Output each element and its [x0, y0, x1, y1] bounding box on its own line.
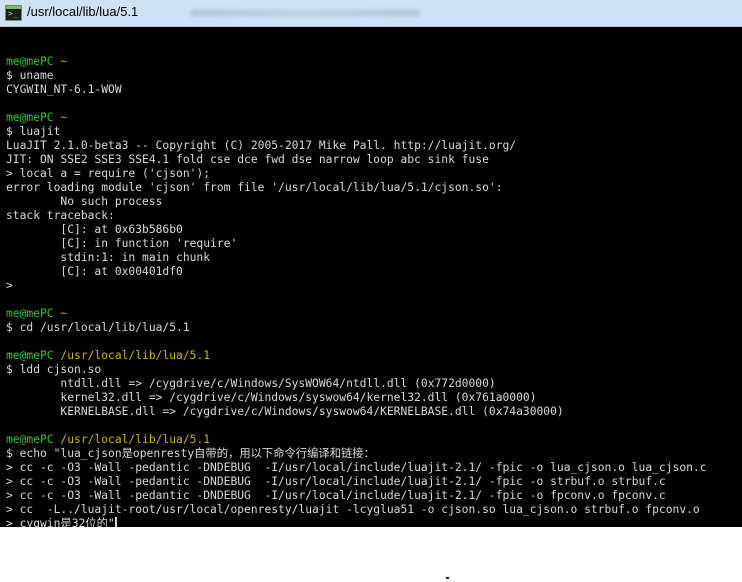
stray-mark: [446, 577, 449, 579]
output-line: $ cd /usr/local/lib/lua/5.1: [6, 321, 736, 335]
prompt-line: me@mePC /usr/local/lib/lua/5.1: [6, 349, 736, 363]
output-line: > cc -c -O3 -Wall -pedantic -DNDEBUG -I/…: [6, 475, 736, 489]
prompt-path: ~: [60, 55, 68, 68]
line-text: $ uname: [6, 69, 54, 82]
line-text: >: [6, 279, 13, 292]
prompt-user: me@mePC: [6, 349, 54, 362]
output-line: > cygwin是32位的": [6, 517, 736, 527]
terminal-output[interactable]: me@mePC ~ $ uname CYGWIN_NT-6.1-WOW me@mePC…: [6, 41, 736, 527]
line-text: $ echo "lua_cjson是openresty自带的，用以下命令行编译和…: [6, 447, 375, 460]
terminal-window: >_ /usr/local/lib/lua/5.1 me@mePC ~ $ una…: [0, 0, 742, 527]
output-line: [C]: at 0x00401df0: [6, 265, 736, 279]
output-line: LuaJIT 2.1.0-beta3 -- Copyright (C) 2005…: [6, 139, 736, 153]
title-bar[interactable]: >_ /usr/local/lib/lua/5.1: [0, 0, 742, 27]
prompt-user: me@mePC: [6, 307, 54, 320]
terminal-icon: >_: [5, 5, 22, 21]
line-text: stack traceback:: [6, 209, 115, 222]
prompt-line: me@mePC ~: [6, 307, 736, 321]
prompt-user: me@mePC: [6, 111, 54, 124]
line-text: KERNELBASE.dll => /cygdrive/c/Windows/sy…: [6, 405, 564, 418]
output-line: CYGWIN_NT-6.1-WOW: [6, 83, 736, 97]
window-title: /usr/local/lib/lua/5.1: [27, 4, 139, 19]
output-line: $ echo "lua_cjson是openresty自带的，用以下命令行编译和…: [6, 447, 736, 461]
line-text: stdin:1: in main chunk: [6, 251, 211, 264]
output-line: > local a = require ('cjson');: [6, 167, 736, 181]
line-text: > cc -c -O3 -Wall -pedantic -DNDEBUG -I/…: [6, 489, 666, 502]
line-text: > cc -L../luajit-root/usr/local/openrest…: [6, 503, 700, 516]
output-line: error loading module 'cjson' from file '…: [6, 181, 736, 195]
line-text: > cc -c -O3 -Wall -pedantic -DNDEBUG -I/…: [6, 461, 707, 474]
output-line: JIT: ON SSE2 SSE3 SSE4.1 fold cse dce fw…: [6, 153, 736, 167]
line-text: > local a = require ('cjson');: [6, 167, 211, 180]
prompt-line: me@mePC /usr/local/lib/lua/5.1: [6, 433, 736, 447]
line-text: > cygwin是32位的": [6, 517, 115, 527]
line-text: LuaJIT 2.1.0-beta3 -- Copyright (C) 2005…: [6, 139, 517, 152]
output-line: > cc -c -O3 -Wall -pedantic -DNDEBUG -I/…: [6, 489, 736, 503]
output-line: ntdll.dll => /cygdrive/c/Windows/SysWOW6…: [6, 377, 736, 391]
output-line: >: [6, 279, 736, 293]
line-text: $ cd /usr/local/lib/lua/5.1: [6, 321, 190, 334]
line-text: ntdll.dll => /cygdrive/c/Windows/SysWOW6…: [6, 377, 496, 390]
line-text: [C]: in function 'require': [6, 237, 238, 250]
prompt-user: me@mePC: [6, 55, 54, 68]
prompt-path: /usr/local/lib/lua/5.1: [60, 349, 211, 362]
output-line: $ ldd cjson.so: [6, 363, 736, 377]
line-text: kernel32.dll => /cygdrive/c/Windows/sysw…: [6, 391, 537, 404]
line-text: No such process: [6, 195, 163, 208]
line-text: CYGWIN_NT-6.1-WOW: [6, 83, 122, 96]
output-line: $ uname: [6, 69, 736, 83]
output-line: $ luajit: [6, 125, 736, 139]
line-text: JIT: ON SSE2 SSE3 SSE4.1 fold cse dce fw…: [6, 153, 489, 166]
line-text: [C]: at 0x63b586b0: [6, 223, 183, 236]
prompt-line: me@mePC ~: [6, 55, 736, 69]
output-line: [C]: in function 'require': [6, 237, 736, 251]
output-line: No such process: [6, 195, 736, 209]
line-text: [C]: at 0x00401df0: [6, 265, 183, 278]
output-line: stack traceback:: [6, 209, 736, 223]
output-line: KERNELBASE.dll => /cygdrive/c/Windows/sy…: [6, 405, 736, 419]
prompt-path: ~: [60, 111, 68, 124]
prompt-line: me@mePC ~: [6, 111, 736, 125]
output-line: kernel32.dll => /cygdrive/c/Windows/sysw…: [6, 391, 736, 405]
line-text: $ ldd cjson.so: [6, 363, 102, 376]
blurred-title-area: [190, 9, 420, 17]
output-line: > cc -L../luajit-root/usr/local/openrest…: [6, 503, 736, 517]
line-text: > cc -c -O3 -Wall -pedantic -DNDEBUG -I/…: [6, 475, 666, 488]
output-line: [C]: at 0x63b586b0: [6, 223, 736, 237]
output-line: > cc -c -O3 -Wall -pedantic -DNDEBUG -I/…: [6, 461, 736, 475]
prompt-path: ~: [60, 307, 68, 320]
line-text: $ luajit: [6, 125, 61, 138]
output-line: stdin:1: in main chunk: [6, 251, 736, 265]
prompt-user: me@mePC: [6, 433, 54, 446]
text-cursor: [114, 517, 117, 527]
line-text: error loading module 'cjson' from file '…: [6, 181, 503, 194]
prompt-path: /usr/local/lib/lua/5.1: [60, 433, 211, 446]
